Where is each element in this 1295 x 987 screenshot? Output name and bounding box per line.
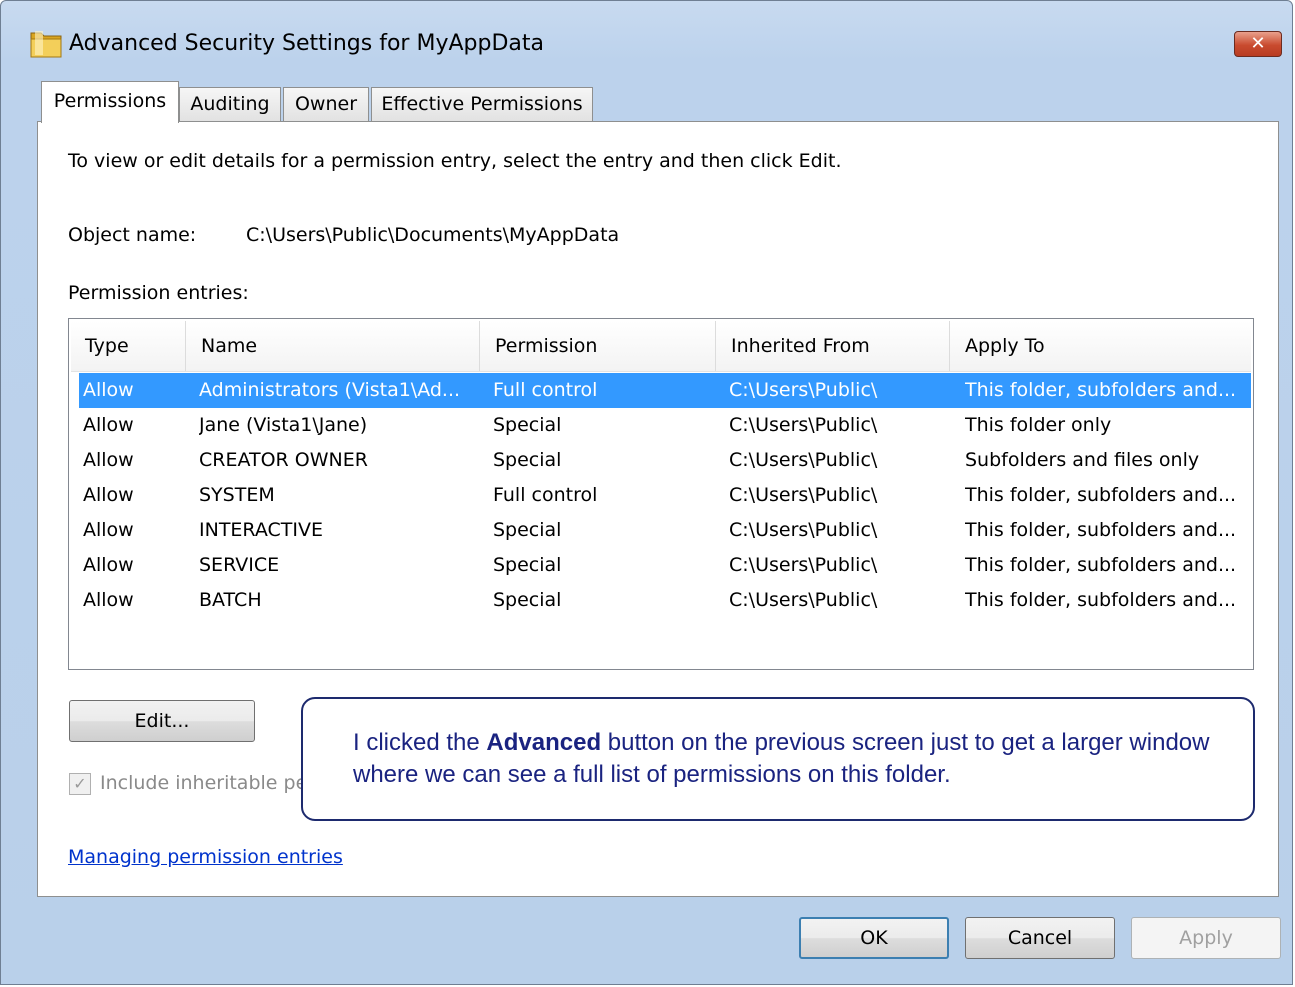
tab-owner-label: Owner bbox=[294, 93, 358, 115]
cell-apply-to: This folder only bbox=[965, 414, 1112, 436]
cell-permission: Full control bbox=[493, 379, 598, 401]
cell-apply-to: This folder, subfolders and... bbox=[965, 554, 1237, 576]
tab-permissions[interactable]: Permissions bbox=[41, 81, 179, 123]
cell-name: SYSTEM bbox=[199, 484, 275, 506]
managing-permission-entries-link[interactable]: Managing permission entries bbox=[68, 846, 343, 868]
permission-entries-label: Permission entries: bbox=[68, 282, 249, 304]
cell-name: Administrators (Vista1\Ad... bbox=[199, 379, 461, 401]
cell-name: SERVICE bbox=[199, 554, 280, 576]
cell-inherited-from: C:\Users\Public\ bbox=[729, 484, 878, 506]
cancel-button[interactable]: Cancel bbox=[965, 917, 1115, 959]
cell-inherited-from: C:\Users\Public\ bbox=[729, 414, 878, 436]
cell-apply-to: This folder, subfolders and... bbox=[965, 589, 1237, 611]
cell-permission: Special bbox=[493, 449, 562, 471]
column-header-name[interactable]: Name bbox=[201, 321, 257, 371]
list-header: Type Name Permission Inherited From Appl… bbox=[71, 321, 1251, 372]
object-name-value: C:\Users\Public\Documents\MyAppData bbox=[246, 224, 620, 246]
tab-auditing-label: Auditing bbox=[190, 93, 270, 115]
cell-inherited-from: C:\Users\Public\ bbox=[729, 379, 878, 401]
column-divider[interactable] bbox=[949, 321, 950, 371]
cell-inherited-from: C:\Users\Public\ bbox=[729, 554, 878, 576]
cell-name: INTERACTIVE bbox=[199, 519, 324, 541]
edit-button[interactable]: Edit... bbox=[69, 700, 255, 742]
close-icon: ✕ bbox=[1250, 33, 1266, 54]
cell-permission: Full control bbox=[493, 484, 598, 506]
annotation-callout: I clicked the Advanced button on the pre… bbox=[301, 697, 1255, 821]
table-row[interactable]: Allow BATCH Special C:\Users\Public\ This fo… bbox=[79, 583, 1251, 618]
annotation-text: I clicked the Advanced button on the pre… bbox=[353, 727, 1233, 791]
tab-effective-permissions-label: Effective Permissions bbox=[381, 93, 583, 115]
column-header-inherited-from[interactable]: Inherited From bbox=[731, 321, 870, 371]
cell-apply-to: This folder, subfolders and... bbox=[965, 484, 1237, 506]
ok-button[interactable]: OK bbox=[799, 917, 949, 959]
cell-name: BATCH bbox=[199, 589, 262, 611]
cell-apply-to: Subfolders and files only bbox=[965, 449, 1200, 471]
close-button[interactable]: ✕ bbox=[1234, 31, 1282, 57]
window-title: Advanced Security Settings for MyAppData bbox=[69, 31, 544, 56]
dialog-window: Advanced Security Settings for MyAppData… bbox=[0, 0, 1293, 985]
include-inheritable-checkbox[interactable]: ✓ bbox=[69, 773, 91, 795]
cell-permission: Special bbox=[493, 589, 562, 611]
cell-type: Allow bbox=[83, 449, 134, 471]
column-header-permission[interactable]: Permission bbox=[495, 321, 597, 371]
column-divider[interactable] bbox=[479, 321, 480, 371]
cell-type: Allow bbox=[83, 379, 134, 401]
cell-inherited-from: C:\Users\Public\ bbox=[729, 519, 878, 541]
annotation-text-before: I clicked the bbox=[353, 729, 487, 756]
cell-name: CREATOR OWNER bbox=[199, 449, 368, 471]
table-row[interactable]: Allow Jane (Vista1\Jane) Special C:\Users\P… bbox=[79, 408, 1251, 443]
cell-type: Allow bbox=[83, 589, 134, 611]
column-header-apply-to[interactable]: Apply To bbox=[965, 321, 1045, 371]
cell-type: Allow bbox=[83, 554, 134, 576]
tab-auditing[interactable]: Auditing bbox=[179, 87, 281, 121]
cell-permission: Special bbox=[493, 554, 562, 576]
cell-apply-to: This folder, subfolders and... bbox=[965, 379, 1237, 401]
table-row[interactable]: Allow Administrators (Vista1\Ad... Full co… bbox=[79, 373, 1251, 408]
cell-type: Allow bbox=[83, 414, 134, 436]
cell-inherited-from: C:\Users\Public\ bbox=[729, 589, 878, 611]
include-inheritable-label: Include inheritable pe bbox=[100, 772, 308, 794]
annotation-text-bold: Advanced bbox=[486, 729, 602, 756]
column-divider[interactable] bbox=[715, 321, 716, 371]
checkmark-icon: ✓ bbox=[73, 774, 87, 793]
tab-effective-permissions[interactable]: Effective Permissions bbox=[371, 87, 593, 121]
table-row[interactable]: Allow CREATOR OWNER Special C:\Users\Public… bbox=[79, 443, 1251, 478]
table-row[interactable]: Allow SERVICE Special C:\Users\Public\ This … bbox=[79, 548, 1251, 583]
tab-owner[interactable]: Owner bbox=[283, 87, 369, 121]
column-header-type[interactable]: Type bbox=[85, 321, 129, 371]
title-bar[interactable]: Advanced Security Settings for MyAppData… bbox=[1, 1, 1292, 71]
cell-name: Jane (Vista1\Jane) bbox=[199, 414, 368, 436]
cell-inherited-from: C:\Users\Public\ bbox=[729, 449, 878, 471]
tab-permissions-label: Permissions bbox=[53, 90, 167, 112]
cell-type: Allow bbox=[83, 519, 134, 541]
cell-permission: Special bbox=[493, 414, 562, 436]
cell-type: Allow bbox=[83, 484, 134, 506]
table-row[interactable]: Allow INTERACTIVE Special C:\Users\Public\ T… bbox=[79, 513, 1251, 548]
object-name-label: Object name: bbox=[68, 224, 197, 246]
instruction-text: To view or edit details for a permission… bbox=[68, 150, 842, 172]
column-divider[interactable] bbox=[185, 321, 186, 371]
folder-icon bbox=[30, 31, 62, 58]
permission-entries-list[interactable]: Type Name Permission Inherited From Appl… bbox=[68, 318, 1254, 670]
cell-apply-to: This folder, subfolders and... bbox=[965, 519, 1237, 541]
cell-permission: Special bbox=[493, 519, 562, 541]
table-row[interactable]: Allow SYSTEM Full control C:\Users\Public\ T… bbox=[79, 478, 1251, 513]
apply-button[interactable]: Apply bbox=[1131, 917, 1281, 959]
